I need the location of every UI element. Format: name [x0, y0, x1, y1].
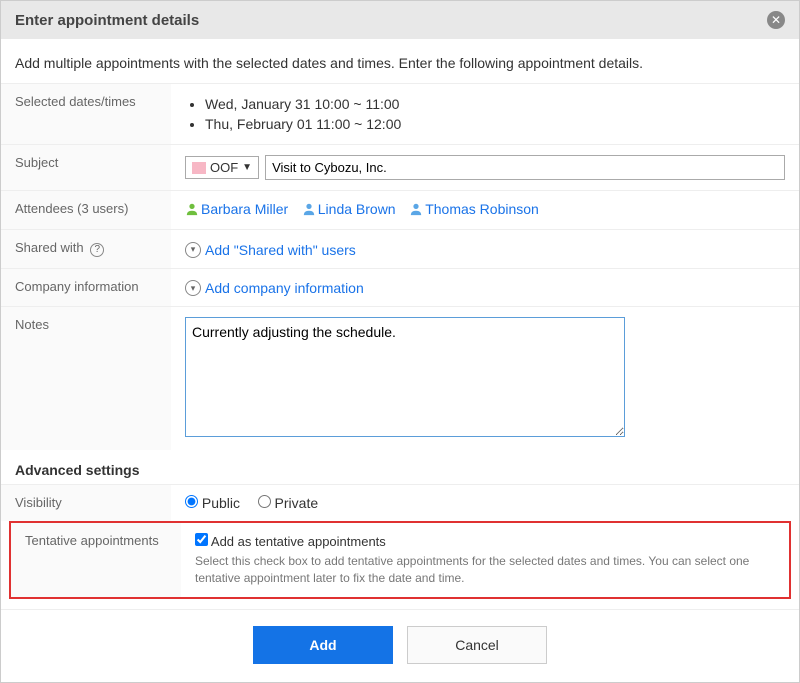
row-shared-with: Shared with ? ▾ Add "Shared with" users — [1, 229, 799, 268]
dialog-footer: Add Cancel — [1, 609, 799, 682]
intro-text: Add multiple appointments with the selec… — [1, 39, 799, 83]
chevron-down-icon: ▼ — [242, 162, 252, 173]
row-subject: Subject OOF ▼ — [1, 144, 799, 190]
appointment-dialog: Enter appointment details ✕ Add multiple… — [0, 0, 800, 683]
row-selected-dates: Selected dates/times Wed, January 31 10:… — [1, 83, 799, 144]
row-attendees: Attendees (3 users) Barbara Miller Linda… — [1, 190, 799, 229]
date-item: Thu, February 01 11:00 ~ 12:00 — [205, 114, 785, 134]
user-icon — [185, 202, 199, 216]
type-color-swatch — [192, 162, 206, 174]
tentative-checkbox[interactable] — [195, 533, 208, 546]
label-attendees: Attendees (3 users) — [1, 191, 171, 229]
appointment-type-select[interactable]: OOF ▼ — [185, 156, 259, 179]
label-tentative: Tentative appointments — [11, 523, 181, 597]
tentative-description: Select this check box to add tentative a… — [195, 553, 775, 587]
tentative-checkbox-label[interactable]: Add as tentative appointments — [195, 534, 386, 549]
date-list: Wed, January 31 10:00 ~ 11:00 Thu, Febru… — [185, 94, 785, 134]
row-notes: Notes — [1, 306, 799, 450]
attendee-link[interactable]: Linda Brown — [302, 201, 396, 217]
close-icon[interactable]: ✕ — [767, 11, 785, 29]
notes-textarea[interactable] — [185, 317, 625, 437]
label-visibility: Visibility — [1, 485, 171, 521]
label-notes: Notes — [1, 307, 171, 450]
label-shared: Shared with — [15, 240, 84, 255]
row-visibility: Visibility Public Private — [1, 484, 799, 521]
user-icon — [409, 202, 423, 216]
dialog-header: Enter appointment details ✕ — [1, 1, 799, 39]
date-item: Wed, January 31 10:00 ~ 11:00 — [205, 94, 785, 114]
tentative-highlight: Tentative appointments Add as tentative … — [9, 521, 791, 599]
user-icon — [302, 202, 316, 216]
attendee-link[interactable]: Barbara Miller — [185, 201, 288, 217]
add-shared-with-link[interactable]: ▾ Add "Shared with" users — [185, 242, 356, 258]
dialog-title: Enter appointment details — [15, 12, 199, 29]
visibility-public-option[interactable]: Public — [185, 495, 240, 511]
row-tentative: Tentative appointments Add as tentative … — [11, 523, 789, 597]
visibility-private-radio[interactable] — [258, 495, 271, 508]
row-company-info: Company information ▾ Add company inform… — [1, 268, 799, 307]
label-selected: Selected dates/times — [1, 84, 171, 144]
visibility-public-radio[interactable] — [185, 495, 198, 508]
type-label: OOF — [210, 160, 238, 175]
subject-input[interactable] — [265, 155, 785, 180]
help-icon[interactable]: ? — [90, 243, 104, 257]
advanced-settings-heading: Advanced settings — [1, 450, 799, 484]
cancel-button[interactable]: Cancel — [407, 626, 547, 664]
add-button[interactable]: Add — [253, 626, 393, 664]
label-company: Company information — [1, 269, 171, 307]
label-subject: Subject — [1, 145, 171, 190]
chevron-down-icon: ▾ — [185, 242, 201, 258]
add-company-info-link[interactable]: ▾ Add company information — [185, 280, 364, 296]
chevron-down-icon: ▾ — [185, 280, 201, 296]
visibility-private-option[interactable]: Private — [258, 495, 318, 511]
attendee-link[interactable]: Thomas Robinson — [409, 201, 539, 217]
